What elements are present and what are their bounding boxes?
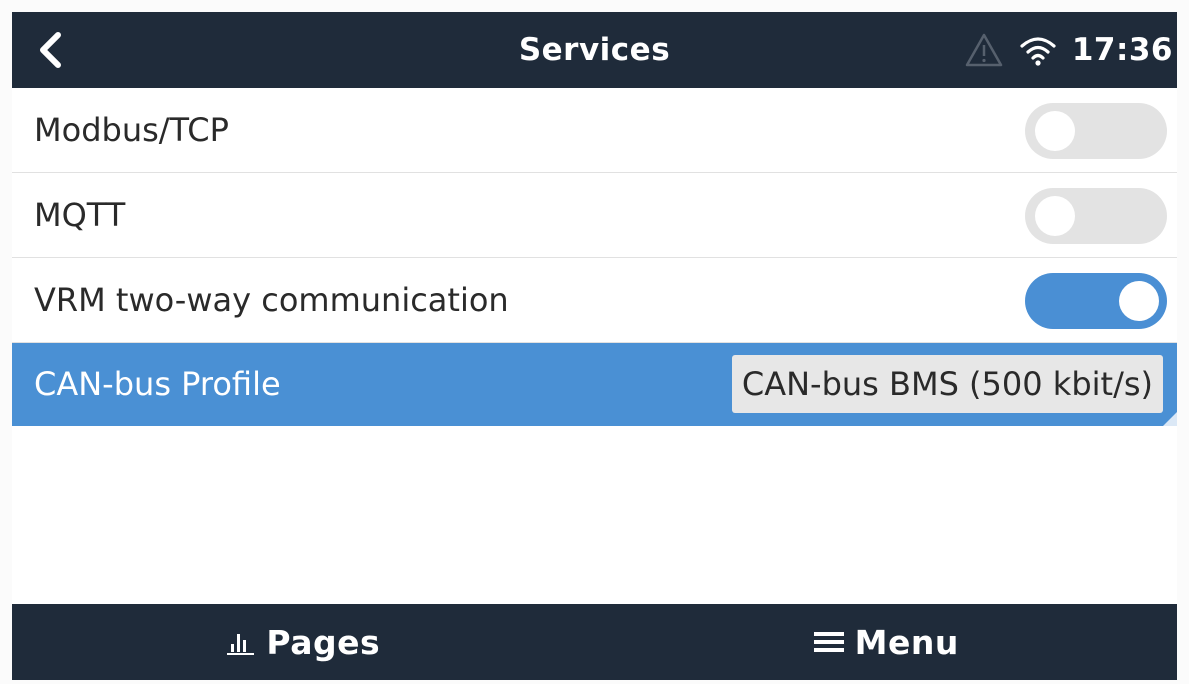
pages-button[interactable]: Pages xyxy=(12,604,595,680)
list-item-modbus-tcp[interactable]: Modbus/TCP xyxy=(12,88,1177,173)
device-screen: Services 17:36 Modbus/TCP MQTT VRM two-w… xyxy=(12,12,1177,680)
list-item-label: MQTT xyxy=(34,196,126,234)
clock: 17:36 xyxy=(1071,32,1173,68)
menu-button-label: Menu xyxy=(854,622,959,662)
services-list: Modbus/TCP MQTT VRM two-way communicatio… xyxy=(12,88,1177,426)
pages-button-label: Pages xyxy=(266,622,381,662)
list-item-label: Modbus/TCP xyxy=(34,111,229,149)
menu-button[interactable]: Menu xyxy=(595,604,1178,680)
can-bus-profile-value: CAN-bus BMS (500 kbit/s) xyxy=(731,355,1163,413)
hamburger-menu-icon xyxy=(813,632,844,652)
list-item-vrm-two-way[interactable]: VRM two-way communication xyxy=(12,258,1177,343)
warning-triangle-icon xyxy=(965,33,1003,67)
mqtt-toggle[interactable] xyxy=(1025,188,1167,244)
status-area: 17:36 xyxy=(964,12,1173,88)
toggle-knob xyxy=(1119,281,1159,321)
header-bar: Services 17:36 xyxy=(12,12,1177,88)
list-item-mqtt[interactable]: MQTT xyxy=(12,173,1177,258)
list-item-can-bus-profile[interactable]: CAN-bus Profile CAN-bus BMS (500 kbit/s) xyxy=(12,343,1177,426)
toggle-knob xyxy=(1035,196,1075,236)
vrm-two-way-toggle[interactable] xyxy=(1025,273,1167,329)
footer-bar: Pages Menu xyxy=(12,604,1177,680)
list-item-label: CAN-bus Profile xyxy=(34,365,281,403)
submenu-corner-indicator xyxy=(1163,412,1177,426)
wifi-icon xyxy=(1020,37,1056,66)
toggle-knob xyxy=(1035,111,1075,151)
bar-chart-icon xyxy=(227,634,255,655)
modbus-tcp-toggle[interactable] xyxy=(1025,103,1167,159)
list-item-label: VRM two-way communication xyxy=(34,281,509,319)
